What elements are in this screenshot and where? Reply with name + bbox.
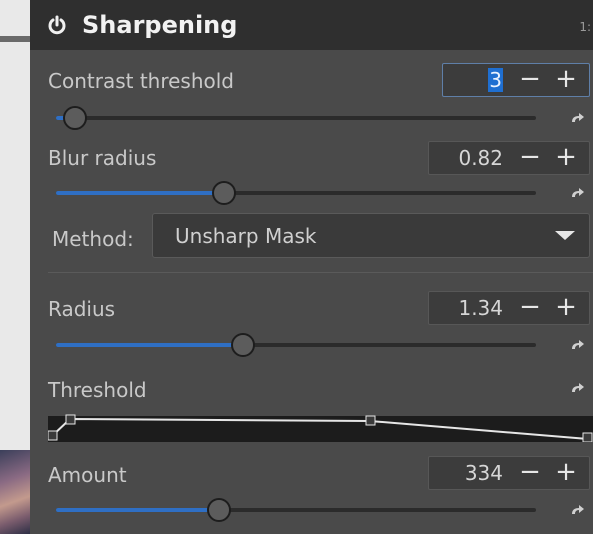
threshold-reset-icon[interactable] xyxy=(570,383,584,393)
amount-slider-handle[interactable] xyxy=(207,498,232,522)
blur-radius-decrement-button[interactable]: − xyxy=(515,143,545,173)
blur-radius-increment-button[interactable]: + xyxy=(551,143,581,173)
panel-header[interactable]: Sharpening 1: xyxy=(30,0,593,50)
contrast-threshold-label: Contrast threshold xyxy=(48,69,235,93)
amount-reset-icon[interactable] xyxy=(570,505,584,515)
radius-slider-track[interactable] xyxy=(56,343,536,347)
background-photo-thumbnail xyxy=(0,450,30,534)
header-corner-text: 1: xyxy=(579,20,591,34)
contrast-threshold-decrement-button[interactable]: − xyxy=(515,65,545,95)
radius-increment-button[interactable]: + xyxy=(551,293,581,323)
blur-radius-label: Blur radius xyxy=(48,146,157,170)
contrast-threshold-slider-handle[interactable] xyxy=(63,106,88,130)
power-icon[interactable] xyxy=(47,15,67,35)
amount-slider-track[interactable] xyxy=(56,508,536,512)
blur-radius-slider-handle[interactable] xyxy=(212,181,236,205)
blur-radius-reset-icon[interactable] xyxy=(570,188,584,198)
blur-radius-slider-fill xyxy=(56,191,224,195)
radius-slider-handle[interactable] xyxy=(231,333,256,357)
threshold-curve-point[interactable] xyxy=(65,414,76,425)
threshold-curve-point[interactable] xyxy=(48,430,58,441)
background-divider xyxy=(0,36,30,42)
contrast-threshold-reset-icon[interactable] xyxy=(570,113,584,123)
blur-radius-slider-track[interactable] xyxy=(56,191,536,195)
radius-slider-fill xyxy=(56,343,244,347)
threshold-curve-point[interactable] xyxy=(582,432,593,442)
contrast-threshold-field[interactable]: 3 − + xyxy=(442,63,590,97)
amount-decrement-button[interactable]: − xyxy=(515,458,545,488)
radius-reset-icon[interactable] xyxy=(570,340,584,350)
amount-slider-fill xyxy=(56,508,220,512)
sharpening-panel: Sharpening 1: Contrast threshold 3 − + B… xyxy=(30,0,593,534)
radius-field[interactable]: 1.34 − + xyxy=(428,291,590,325)
amount-label: Amount xyxy=(48,463,127,487)
contrast-threshold-value[interactable]: 3 xyxy=(488,68,503,92)
chevron-down-icon[interactable] xyxy=(555,231,575,240)
contrast-threshold-increment-button[interactable]: + xyxy=(551,65,581,95)
amount-value[interactable]: 334 xyxy=(465,461,503,485)
threshold-curve-point[interactable] xyxy=(365,415,376,426)
section-divider xyxy=(48,272,593,273)
radius-label: Radius xyxy=(48,297,116,321)
threshold-label: Threshold xyxy=(48,378,147,402)
blur-radius-value[interactable]: 0.82 xyxy=(458,146,503,170)
threshold-curve-editor[interactable] xyxy=(48,412,593,442)
method-label: Method: xyxy=(52,227,134,251)
amount-increment-button[interactable]: + xyxy=(551,458,581,488)
panel-title: Sharpening xyxy=(82,11,238,39)
method-selected-value: Unsharp Mask xyxy=(175,224,317,248)
radius-decrement-button[interactable]: − xyxy=(515,293,545,323)
method-dropdown[interactable]: Unsharp Mask xyxy=(152,213,590,258)
blur-radius-field[interactable]: 0.82 − + xyxy=(428,141,590,175)
radius-value[interactable]: 1.34 xyxy=(458,296,503,320)
contrast-threshold-slider-track[interactable] xyxy=(56,116,536,120)
amount-field[interactable]: 334 − + xyxy=(428,456,590,490)
